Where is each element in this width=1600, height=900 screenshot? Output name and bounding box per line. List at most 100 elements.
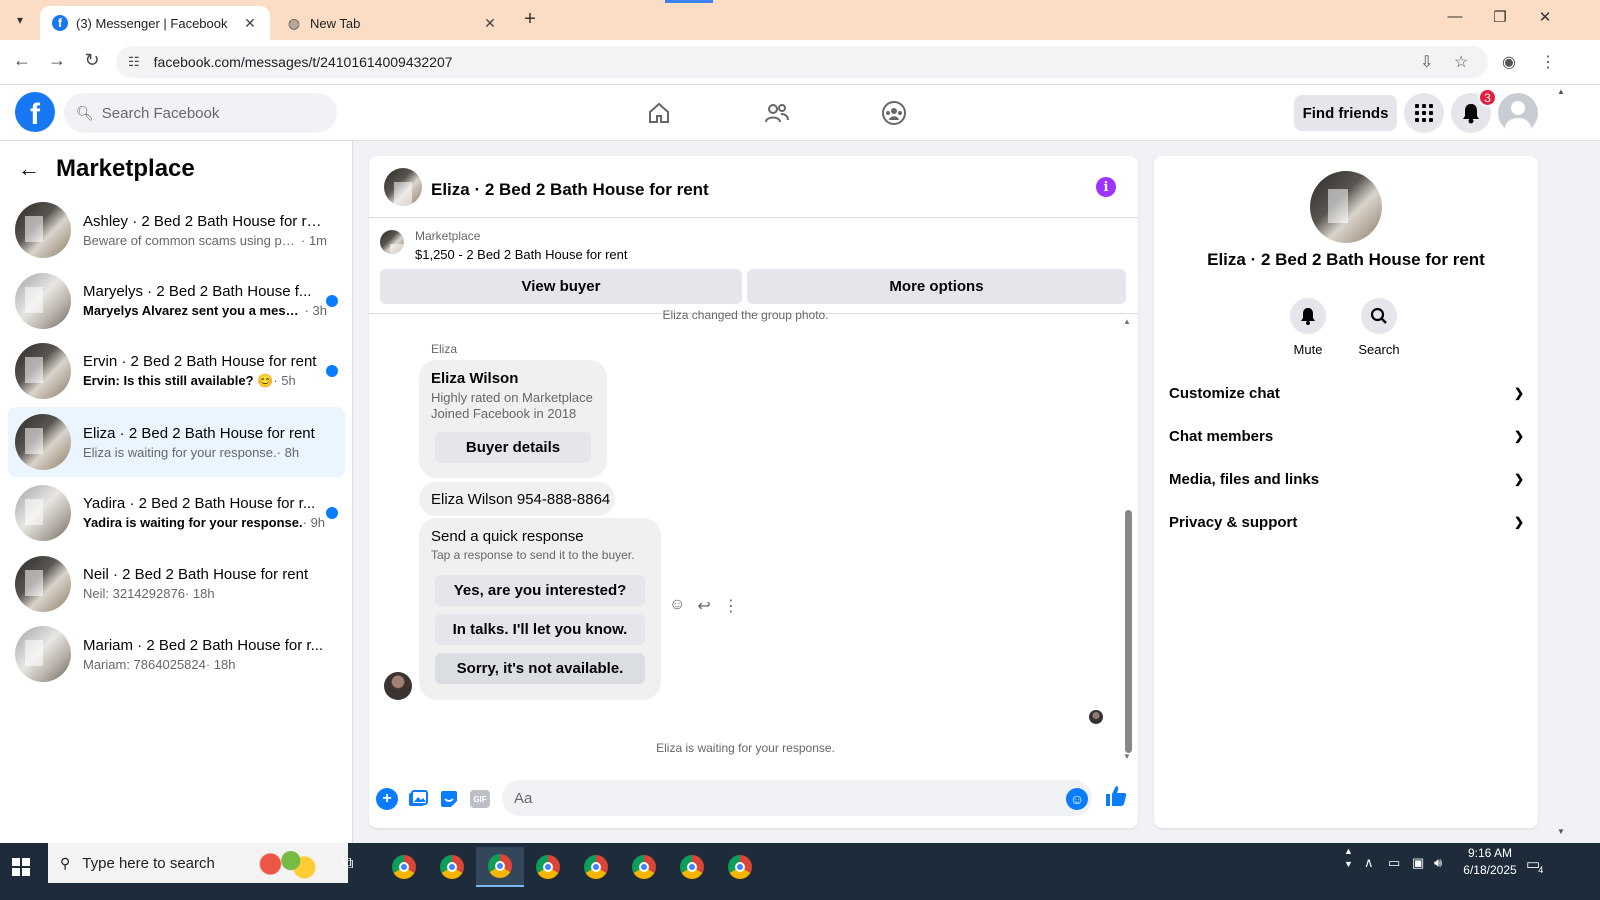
react-smiley-icon[interactable]: ☺ xyxy=(669,596,685,616)
back-arrow-icon[interactable]: ← xyxy=(18,156,40,182)
tab-search-dropdown-icon[interactable]: ▾ xyxy=(8,8,32,32)
details-avatar[interactable] xyxy=(1310,171,1382,243)
scroll-up-icon[interactable]: ▲ xyxy=(1123,317,1131,326)
scroll-down-icon[interactable]: ▼ xyxy=(1123,752,1131,761)
emoji-icon[interactable]: ☺ xyxy=(1066,788,1088,810)
quick-reply-not-available-button[interactable]: Sorry, it's not available. xyxy=(435,653,645,684)
chat-scrollbar[interactable]: ▲ ▼ xyxy=(1122,317,1134,761)
taskbar-chrome-app[interactable] xyxy=(380,847,428,887)
buyer-details-button[interactable]: Buyer details xyxy=(435,432,591,463)
account-avatar[interactable] xyxy=(1498,93,1538,133)
listing-title[interactable]: $1,250 - 2 Bed 2 Bath House for rent xyxy=(415,247,627,262)
message-input[interactable]: Aa xyxy=(502,780,1092,816)
mute-button[interactable]: Mute xyxy=(1278,298,1338,357)
new-tab-button[interactable]: + xyxy=(518,8,542,31)
facebook-logo-icon[interactable]: f xyxy=(15,92,55,132)
buyer-name: Eliza Wilson xyxy=(431,370,519,387)
profile-icon[interactable]: ◉ xyxy=(1502,52,1516,72)
conversation-item[interactable]: Maryelys · 2 Bed 2 Bath House f... Maryel… xyxy=(8,266,345,336)
volume-icon[interactable]: 🔊︎ xyxy=(1434,855,1442,871)
meet-now-icon[interactable]: ▭ xyxy=(1388,855,1400,871)
browser-menu-icon[interactable]: ⋮ xyxy=(1540,52,1556,72)
chat-title[interactable]: Eliza · 2 Bed 2 Bath House for rent xyxy=(431,180,709,200)
chevron-down-icon: ❯ xyxy=(1513,472,1524,486)
customize-chat-section[interactable]: Customize chat ❯ xyxy=(1169,376,1524,410)
reload-icon[interactable]: ↻ xyxy=(80,50,104,71)
install-app-icon[interactable]: ⇩ xyxy=(1420,52,1433,72)
privacy-support-section[interactable]: Privacy & support ❯ xyxy=(1169,505,1524,539)
task-view-icon[interactable]: ⧉ xyxy=(342,855,353,873)
taskbar-clock[interactable]: 9:16 AM 6/18/2025 xyxy=(1450,845,1530,879)
chat-members-section[interactable]: Chat members ❯ xyxy=(1169,419,1524,453)
taskbar-chrome-app-active[interactable] xyxy=(476,847,524,887)
conversation-item[interactable]: Mariam · 2 Bed 2 Bath House for r... Mari… xyxy=(8,619,345,689)
listing-thumbnail[interactable] xyxy=(380,230,404,254)
reply-icon[interactable]: ↩ xyxy=(697,596,710,616)
restore-icon[interactable]: ❐ xyxy=(1485,8,1515,26)
address-bar[interactable]: ☷ facebook.com/messages/t/24101614009432… xyxy=(116,46,1488,78)
action-center-icon[interactable]: ▭4 xyxy=(1526,855,1545,875)
forward-icon[interactable]: → xyxy=(45,50,69,71)
conversation-time: · 3h xyxy=(304,303,327,319)
tray-scroll-icon[interactable]: ▲ ▼ xyxy=(1344,845,1353,871)
plus-icon[interactable]: + xyxy=(376,788,398,810)
show-hidden-icons-icon[interactable]: ∧ xyxy=(1364,855,1374,871)
gif-icon[interactable]: GIF xyxy=(470,790,490,808)
message-composer: + GIF Aa ☺ xyxy=(369,766,1138,828)
view-buyer-button[interactable]: View buyer xyxy=(380,269,742,304)
taskbar-chrome-app[interactable] xyxy=(572,847,620,887)
close-window-icon[interactable]: ✕ xyxy=(1530,8,1560,26)
tab-title: (3) Messenger | Facebook xyxy=(76,15,228,31)
media-files-links-section[interactable]: Media, files and links ❯ xyxy=(1169,462,1524,496)
tab-new-tab[interactable]: ◍ New Tab ✕ xyxy=(274,6,510,40)
taskbar-chrome-app[interactable] xyxy=(524,847,572,887)
search-in-chat-button[interactable]: Search xyxy=(1349,298,1409,357)
browser-toolbar: ← → ↻ ☷ facebook.com/messages/t/24101614… xyxy=(0,40,1600,85)
conversation-name: Neil · 2 Bed 2 Bath House for rent xyxy=(83,566,309,583)
menu-grid-icon[interactable] xyxy=(1404,93,1444,133)
taskbar-chrome-app[interactable] xyxy=(620,847,668,887)
back-icon[interactable]: ← xyxy=(10,50,34,71)
conversation-thumbnail xyxy=(15,484,71,541)
windows-start-icon[interactable] xyxy=(12,858,30,881)
scroll-thumb[interactable] xyxy=(1125,510,1132,753)
info-icon[interactable]: i xyxy=(1096,177,1116,197)
conversation-thumbnail xyxy=(15,272,71,329)
browser-tab-bar: ▾ f (3) Messenger | Facebook ✕ ◍ New Tab… xyxy=(0,0,1600,40)
more-actions-icon[interactable]: ⋮ xyxy=(723,596,739,616)
network-icon[interactable]: ▣ xyxy=(1412,855,1424,871)
bookmark-star-icon[interactable]: ☆ xyxy=(1454,52,1468,72)
quick-reply-yes-button[interactable]: Yes, are you interested? xyxy=(435,575,645,606)
thumbs-up-icon[interactable] xyxy=(1104,784,1128,814)
conversation-item[interactable]: Ervin · 2 Bed 2 Bath House for rent Ervin… xyxy=(8,336,345,406)
page-scrollbar[interactable]: ▲ ▼ xyxy=(1556,85,1568,843)
find-friends-button[interactable]: Find friends xyxy=(1294,95,1397,131)
site-settings-icon[interactable]: ☷ xyxy=(128,54,140,70)
chat-avatar[interactable] xyxy=(384,168,422,206)
close-tab-icon[interactable]: ✕ xyxy=(242,15,258,32)
page-scroll-up-icon[interactable]: ▲ xyxy=(1557,87,1565,96)
taskbar-chrome-app[interactable] xyxy=(716,847,764,887)
conversation-thumbnail xyxy=(15,343,71,400)
minimize-icon[interactable]: — xyxy=(1440,8,1470,25)
friends-icon[interactable] xyxy=(757,97,797,129)
taskbar-chrome-app[interactable] xyxy=(428,847,476,887)
facebook-search-input[interactable]: 🔍︎ Search Facebook xyxy=(64,93,337,133)
unread-dot xyxy=(326,506,338,519)
close-tab-icon[interactable]: ✕ xyxy=(482,15,498,32)
sender-avatar[interactable] xyxy=(384,672,412,700)
photo-icon[interactable] xyxy=(407,788,429,810)
conversation-text: Eliza · 2 Bed 2 Bath House for rent Eliza… xyxy=(83,425,345,460)
conversation-item[interactable]: Eliza · 2 Bed 2 Bath House for rent Eliza… xyxy=(8,407,345,478)
page-scroll-down-icon[interactable]: ▼ xyxy=(1557,827,1565,836)
more-options-button[interactable]: More options xyxy=(747,269,1126,304)
conversation-item[interactable]: Yadira · 2 Bed 2 Bath House for r... Yadi… xyxy=(8,478,345,548)
taskbar-chrome-app[interactable] xyxy=(668,847,716,887)
home-icon[interactable] xyxy=(639,97,679,129)
conversation-item[interactable]: Neil · 2 Bed 2 Bath House for rent Neil: … xyxy=(8,549,345,619)
quick-reply-in-talks-button[interactable]: In talks. I'll let you know. xyxy=(435,614,645,645)
groups-icon[interactable] xyxy=(874,97,914,129)
tab-messenger[interactable]: f (3) Messenger | Facebook ✕ xyxy=(40,6,270,40)
sticker-icon[interactable] xyxy=(438,788,460,810)
conversation-item[interactable]: Ashley · 2 Bed 2 Bath House for rent Bewa… xyxy=(8,195,345,265)
